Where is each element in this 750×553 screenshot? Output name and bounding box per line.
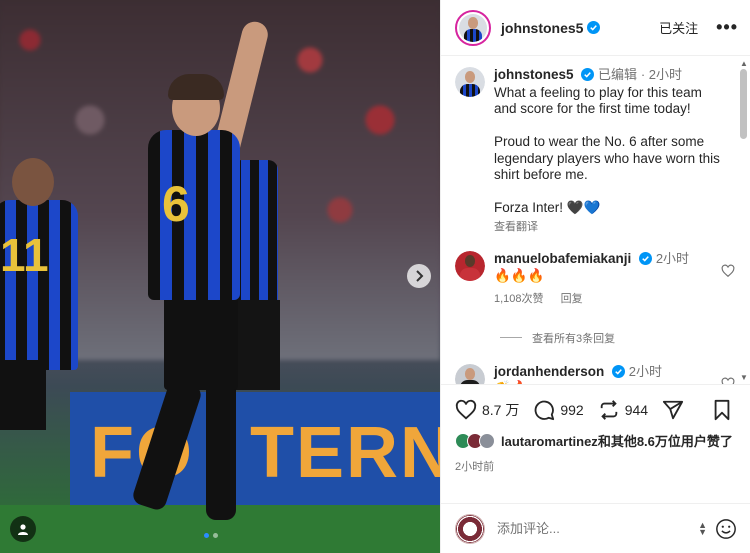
post-time: 2小时前 [455,461,495,473]
commenter-avatar[interactable] [455,251,485,281]
resize-arrows-icon: ▲ ▼ [698,519,707,537]
bookmark-icon [714,399,730,421]
liked-by-others[interactable]: 和其他8.6万位用户赞了 [598,434,733,449]
comments-count: 992 [560,402,584,418]
user-tag-button[interactable] [10,516,36,542]
carousel-indicator [204,533,218,538]
post-photo[interactable]: FOTERNA 11 6 [0,0,440,553]
caption-text: What a feeling to play for this team and… [494,84,720,216]
reposts-count: 944 [624,402,649,418]
liked-by-username[interactable]: lautaromartinez [501,434,598,449]
verified-badge-icon [581,68,595,81]
comment-input[interactable] [497,521,699,536]
comments-scrollbar[interactable]: ▲ ▼ [738,57,750,384]
commenter-username[interactable]: manuelobafemiakanji [494,251,631,266]
commenter-username[interactable]: jordanhenderson [494,364,604,379]
scroll-down-arrow-icon[interactable]: ▼ [740,373,748,382]
heart-icon [455,399,477,420]
caption-author-avatar[interactable] [455,67,485,97]
current-user-avatar [455,513,485,544]
comment-item: manuelobafemiakanji 2小时 🔥🔥🔥 1,108次赞 回复 [455,251,739,308]
see-translation-link[interactable]: 查看翻译 [494,219,726,236]
comment-button[interactable]: 992 [533,399,584,421]
reply-button[interactable]: 回复 [561,293,583,305]
liker-avatars[interactable] [455,433,499,451]
comment-time: 2小时 [655,251,690,266]
comment-item: jordanhenderson 2小时 👏🔥 [455,363,739,385]
user-tag-icon [18,524,28,535]
comment-likes[interactable]: 1,108次赞 [494,293,544,305]
repost-button[interactable]: 944 [598,399,648,421]
author-username[interactable]: johnstones5 [501,20,583,36]
verified-badge-icon [612,364,626,378]
comments-list[interactable]: johnstones5 已编辑 · 2小时 What a feeling to … [441,57,739,384]
comment-time: 2小时 [628,363,663,379]
view-replies-button[interactable]: 查看所有3条回复 [500,330,739,346]
comment-text: 🔥🔥🔥 [494,267,545,283]
caption-time: 2小时 [648,67,683,82]
scroll-up-arrow-icon[interactable]: ▲ [740,59,748,68]
like-button[interactable]: 8.7 万 [455,399,519,421]
caption: johnstones5 已编辑 · 2小时 What a feeling to … [455,67,739,235]
liked-by: lautaromartinez和其他8.6万位用户赞了 [455,433,737,451]
post-side-panel: johnstones5 已关注 ••• johnstones5 已编辑 · 2小… [440,0,750,553]
post-actions: 8.7 万 992 944 lautaromartinez和其他8.6万位用户赞… [441,384,750,474]
scrollbar-thumb[interactable] [740,69,747,139]
carousel-next-button[interactable] [407,264,431,288]
share-icon [662,400,684,420]
ad-board: FOTERNA [70,392,440,510]
emoji-icon[interactable] [715,518,737,540]
carousel-dot [213,533,218,538]
more-options-button[interactable]: ••• [716,17,738,38]
post-header: johnstones5 已关注 ••• [441,0,750,56]
author-avatar[interactable] [455,9,491,46]
caption-username[interactable]: johnstones5 [494,67,574,82]
commenter-avatar[interactable] [455,363,485,384]
comment-like-heart-icon[interactable] [721,377,735,385]
following-button[interactable]: 已关注 [659,18,698,37]
share-button[interactable] [662,399,689,421]
player-left [0,200,78,370]
add-comment-bar: ▲▼ [441,503,750,553]
verified-badge-icon [639,252,653,265]
comment-icon [535,400,555,421]
chevron-right-icon [416,270,424,282]
repost-icon [600,400,617,420]
save-button[interactable] [712,399,737,421]
carousel-dot [204,533,209,538]
edited-label: 已编辑 [598,67,638,82]
verified-badge-icon [587,21,601,34]
comment-like-heart-icon[interactable] [721,264,735,278]
likes-count: 8.7 万 [482,402,520,418]
